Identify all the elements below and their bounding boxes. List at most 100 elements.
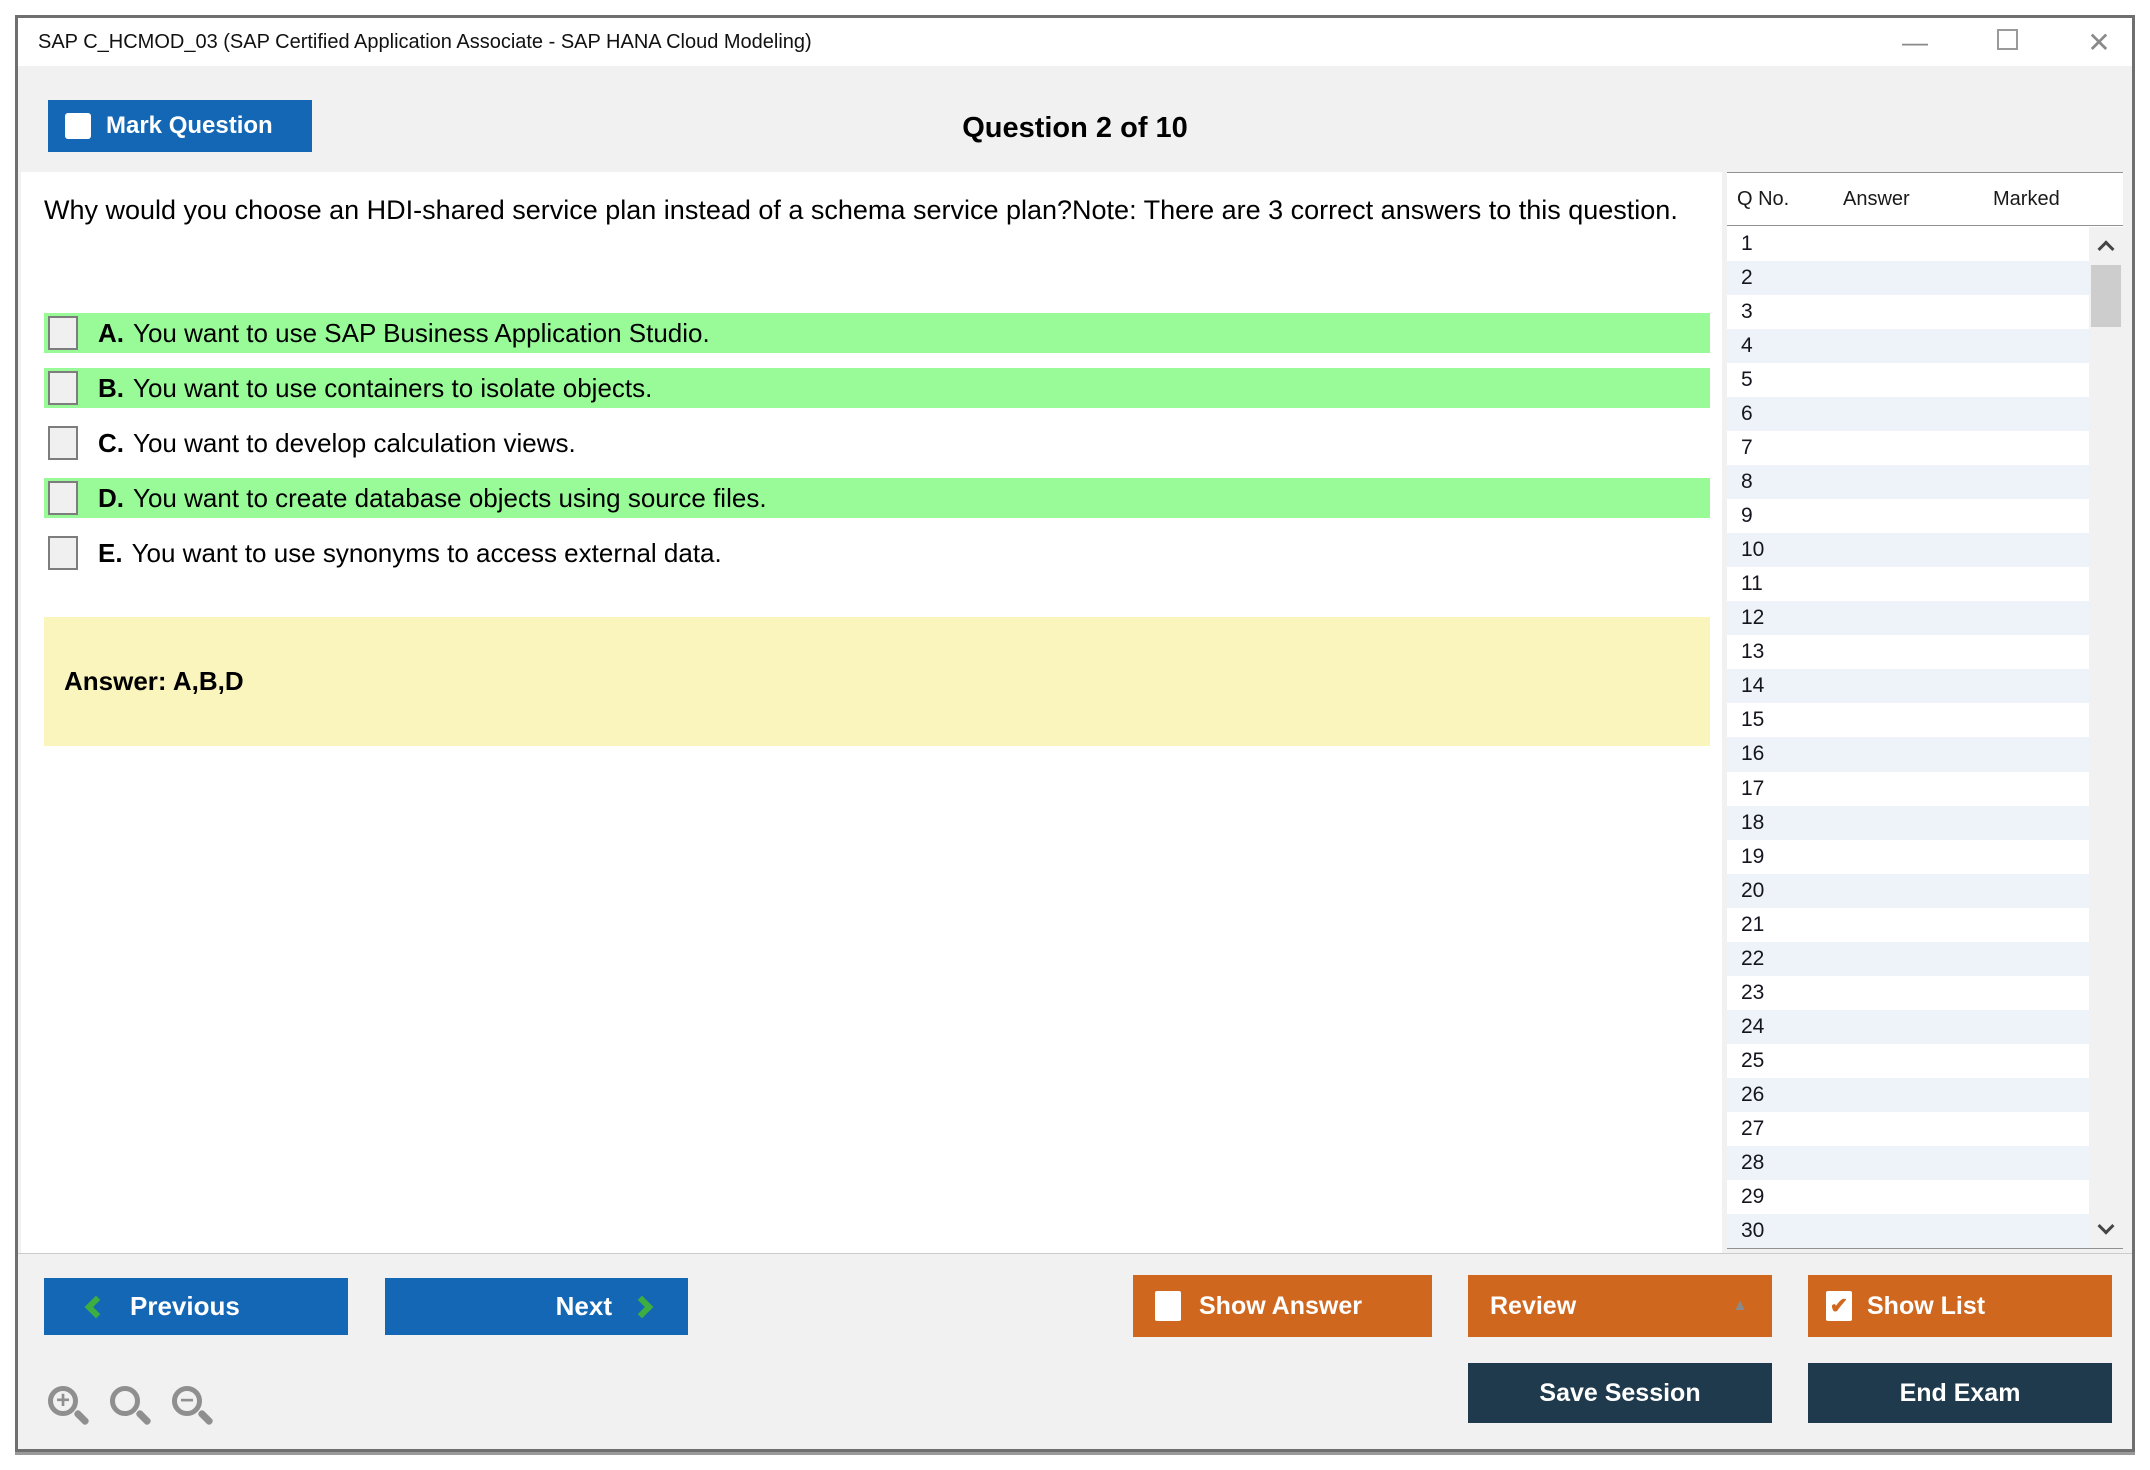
option-letter: B. <box>98 372 124 403</box>
question-list-row[interactable]: 23 <box>1727 975 2089 1010</box>
titlebar: SAP C_HCMOD_03 (SAP Certified Applicatio… <box>18 18 2132 66</box>
cell-q_no: 12 <box>1741 606 1765 630</box>
question-list-row[interactable]: 30 <box>1727 1213 2089 1248</box>
previous-button[interactable]: Previous <box>44 1278 348 1335</box>
question-list-row[interactable]: 22 <box>1727 941 2089 976</box>
scroll-up-icon[interactable] <box>2089 231 2123 261</box>
question-list-row[interactable]: 2 <box>1727 261 2089 296</box>
question-list-row[interactable]: 20 <box>1727 873 2089 908</box>
scrollbar-thumb[interactable] <box>2091 265 2121 327</box>
cell-q_no: 15 <box>1741 708 1765 732</box>
option-row[interactable]: B. You want to use containers to isolate … <box>44 368 1710 408</box>
question-list-row[interactable]: 29 <box>1727 1179 2089 1214</box>
triangle-up-icon: ▲ <box>1732 1297 1748 1314</box>
zoom-toolbar: + − <box>48 1386 214 1426</box>
question-list-row[interactable]: 28 <box>1727 1145 2089 1180</box>
maximize-icon[interactable] <box>1992 29 2022 55</box>
minimize-icon[interactable]: — <box>1900 29 1930 55</box>
cell-q_no: 13 <box>1741 640 1765 664</box>
show-list-checkbox[interactable]: ✔ <box>1826 1291 1852 1321</box>
question-list-row[interactable]: 25 <box>1727 1043 2089 1078</box>
cell-q_no: 28 <box>1741 1150 1765 1174</box>
cell-q_no: 22 <box>1741 946 1765 970</box>
save-session-button[interactable]: Save Session <box>1468 1363 1772 1423</box>
question-list-row[interactable]: 4 <box>1727 329 2089 364</box>
cell-q_no: 19 <box>1741 844 1765 868</box>
question-list-row[interactable]: 12 <box>1727 601 2089 636</box>
question-list-row[interactable]: 24 <box>1727 1009 2089 1044</box>
cell-q_no: 10 <box>1741 538 1765 562</box>
option-row[interactable]: A. You want to use SAP Business Applicati… <box>44 313 1710 353</box>
previous-label: Previous <box>130 1291 240 1321</box>
question-list-row[interactable]: 15 <box>1727 703 2089 738</box>
question-list-row[interactable]: 18 <box>1727 805 2089 840</box>
option-row[interactable]: C. You want to develop calculation views. <box>44 423 1710 463</box>
question-counter: Question 2 of 10 <box>962 112 1188 144</box>
option-checkbox[interactable] <box>48 536 78 570</box>
question-list-row[interactable]: 9 <box>1727 499 2089 534</box>
show-answer-button[interactable]: Show Answer <box>1133 1275 1432 1337</box>
cell-q_no: 25 <box>1741 1048 1765 1072</box>
sidebar-scrollbar[interactable] <box>2089 227 2123 1248</box>
question-list-row[interactable]: 3 <box>1727 295 2089 330</box>
option-letter: E. <box>98 537 123 568</box>
cell-q_no: 26 <box>1741 1082 1765 1106</box>
question-list-row[interactable]: 26 <box>1727 1077 2089 1112</box>
option-letter: D. <box>98 482 124 513</box>
zoom-out-icon[interactable]: − <box>172 1386 214 1426</box>
window-controls: — ✕ <box>1900 18 2114 66</box>
show-list-label: Show List <box>1867 1291 1986 1320</box>
option-checkbox[interactable] <box>48 481 78 515</box>
option-letter: C. <box>98 427 124 458</box>
answer-box: Answer: A,B,D <box>44 617 1710 746</box>
window-title: SAP C_HCMOD_03 (SAP Certified Applicatio… <box>38 30 812 53</box>
question-list-row[interactable]: 5 <box>1727 363 2089 398</box>
cell-q_no: 30 <box>1741 1218 1765 1242</box>
review-button[interactable]: Review ▲ <box>1468 1275 1772 1337</box>
next-button[interactable]: Next <box>385 1278 688 1335</box>
scroll-down-icon[interactable] <box>2089 1214 2123 1244</box>
question-list-row[interactable]: 7 <box>1727 431 2089 466</box>
option-text: You want to use containers to isolate ob… <box>133 372 653 403</box>
cell-q_no: 17 <box>1741 776 1765 800</box>
show-answer-checkbox[interactable] <box>1155 1291 1181 1321</box>
end-exam-label: End Exam <box>1899 1378 2021 1407</box>
question-list-row[interactable]: 21 <box>1727 907 2089 942</box>
cell-q_no: 24 <box>1741 1014 1765 1038</box>
option-checkbox[interactable] <box>48 371 78 405</box>
question-list-row[interactable]: 27 <box>1727 1111 2089 1146</box>
question-list-row[interactable]: 11 <box>1727 567 2089 602</box>
cell-q_no: 11 <box>1741 572 1763 596</box>
cell-q_no: 4 <box>1741 334 1753 358</box>
question-list-row[interactable]: 10 <box>1727 533 2089 568</box>
question-list-row[interactable]: 1 <box>1727 227 2089 262</box>
question-list-body: 1 2 3 4 5 6 7 8 9 10 11 12 13 14 15 16 17 18 19 20 21 22 23 24 2… <box>1727 227 2089 1248</box>
question-list-row[interactable]: 8 <box>1727 465 2089 500</box>
col-header-answer: Answer <box>1843 187 1910 210</box>
zoom-in-icon[interactable]: + <box>48 1386 90 1426</box>
question-list-row[interactable]: 17 <box>1727 771 2089 806</box>
cell-q_no: 5 <box>1741 368 1753 392</box>
option-checkbox[interactable] <box>48 426 78 460</box>
question-list-row[interactable]: 6 <box>1727 397 2089 432</box>
zoom-reset-icon[interactable] <box>110 1386 152 1426</box>
question-list-row[interactable]: 14 <box>1727 669 2089 704</box>
question-text: Why would you choose an HDI-shared servi… <box>44 195 1678 225</box>
chevron-right-icon <box>630 1295 654 1318</box>
show-list-button[interactable]: ✔ Show List <box>1808 1275 2112 1337</box>
cell-q_no: 16 <box>1741 742 1765 766</box>
cell-q_no: 7 <box>1741 436 1753 460</box>
cell-q_no: 9 <box>1741 504 1753 528</box>
option-checkbox[interactable] <box>48 316 78 350</box>
close-icon[interactable]: ✕ <box>2084 26 2114 59</box>
question-list-row[interactable]: 16 <box>1727 737 2089 772</box>
option-text: You want to use synonyms to access exter… <box>131 537 722 568</box>
exam-window: SAP C_HCMOD_03 (SAP Certified Applicatio… <box>15 15 2135 1452</box>
options-list: A. You want to use SAP Business Applicati… <box>44 313 1710 588</box>
question-list-row[interactable]: 19 <box>1727 839 2089 874</box>
option-row[interactable]: D. You want to create database objects us… <box>44 478 1710 518</box>
end-exam-button[interactable]: End Exam <box>1808 1363 2112 1423</box>
option-row[interactable]: E. You want to use synonyms to access ext… <box>44 533 1710 573</box>
question-list-row[interactable]: 13 <box>1727 635 2089 670</box>
question-list-sidebar: Q No. Answer Marked 1 2 3 4 5 6 7 8 9 10 11 12 13 14 1… <box>1727 172 2123 1249</box>
